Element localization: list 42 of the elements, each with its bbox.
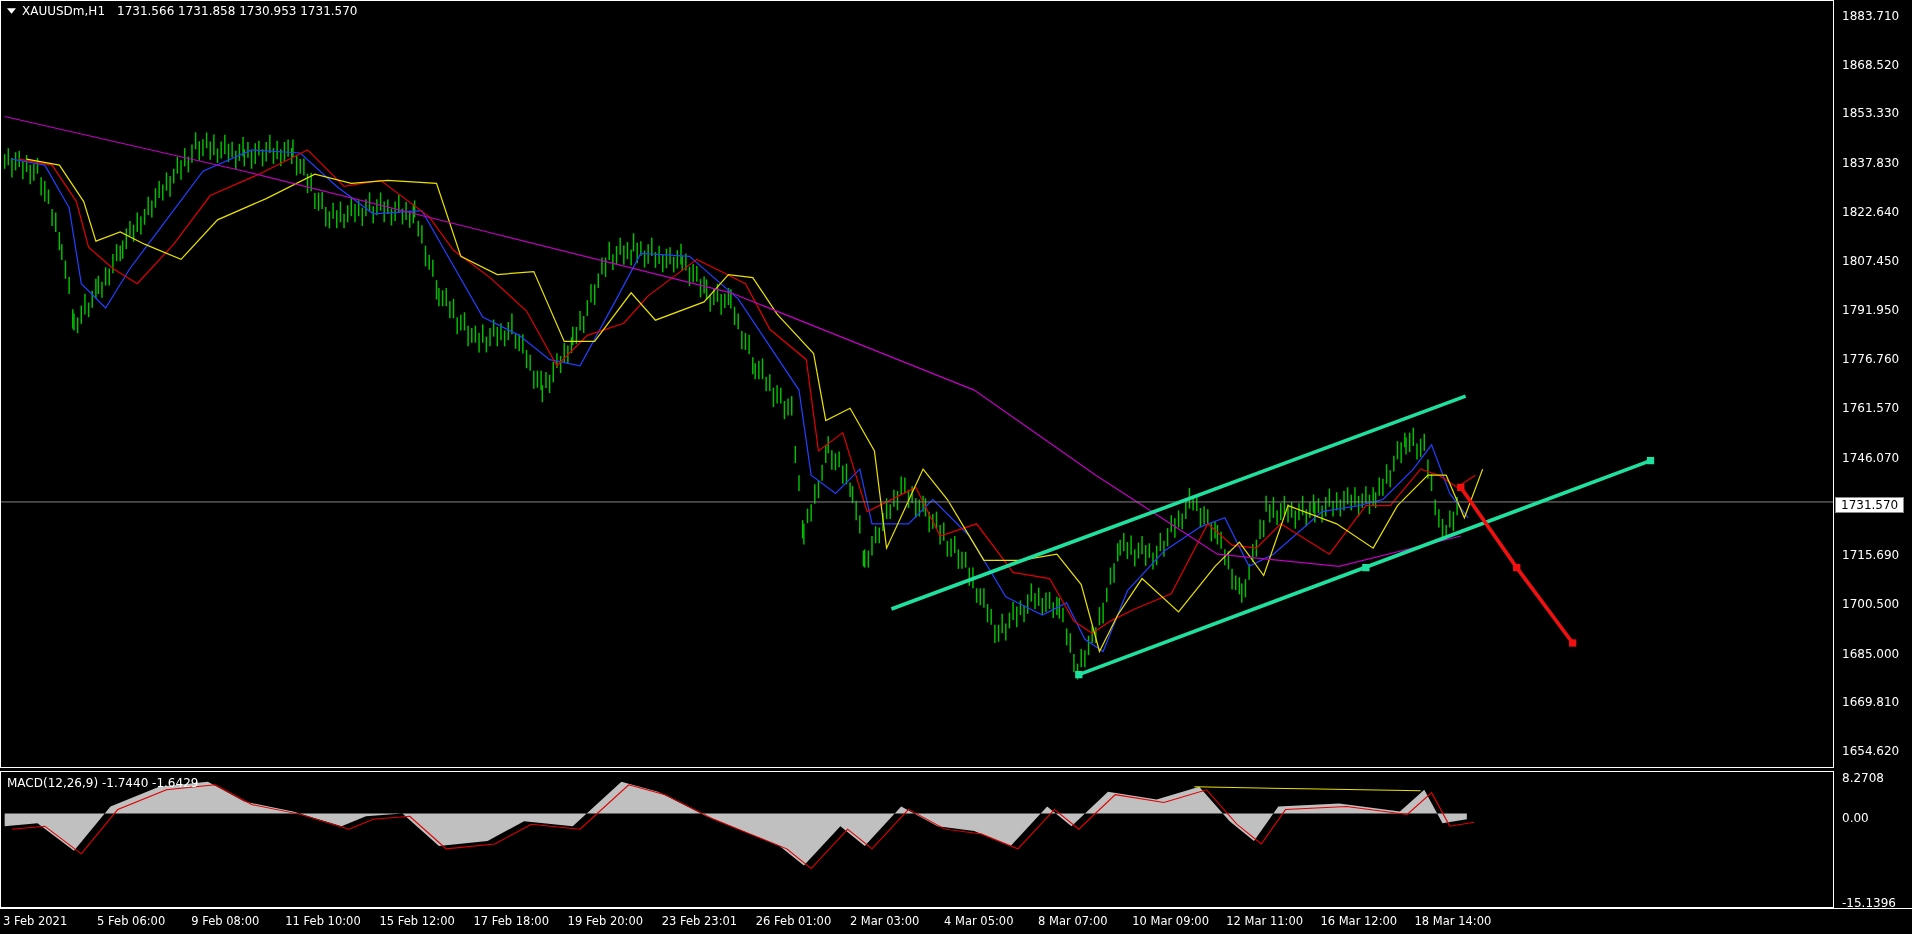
price-axis-label: 1883.710 (1842, 9, 1900, 23)
time-axis-label: 8 Mar 07:00 (1038, 914, 1108, 928)
macd-axis-label: -15.1396 (1842, 896, 1896, 910)
time-axis-label: 18 Mar 14:00 (1414, 914, 1492, 928)
time-axis-label: 12 Mar 11:00 (1226, 914, 1304, 928)
macd-axis-label: 8.2708 (1842, 771, 1884, 785)
quote-values: 1731.566 1731.858 1730.953 1731.570 (117, 4, 358, 18)
current-price-label: 1731.570 (1835, 497, 1905, 514)
macd-trend-line[interactable] (1193, 786, 1422, 792)
time-axis-label: 17 Feb 18:00 (473, 914, 549, 928)
time-axis-label: 9 Feb 08:00 (191, 914, 260, 928)
price-axis-label: 1807.450 (1842, 253, 1900, 268)
upper-channel-line[interactable] (890, 394, 1467, 611)
time-axis-label: 11 Feb 10:00 (285, 914, 361, 928)
lower-channel-line[interactable] (1075, 456, 1655, 679)
time-axis-label: 26 Feb 01:00 (755, 914, 832, 928)
price-axis-label: 1822.640 (1842, 204, 1900, 219)
price-axis-label: 1853.330 (1842, 106, 1900, 121)
time-axis-label: 4 Mar 05:00 (944, 914, 1014, 928)
forecast-arrow-line[interactable] (1457, 483, 1577, 647)
symbol-label: XAUUSDm,H1 (22, 4, 105, 18)
price-axis-label: 1868.520 (1842, 57, 1900, 72)
price-axis-label: 1791.950 (1842, 303, 1900, 318)
time-axis-label: 3 Feb 2021 (3, 914, 68, 928)
price-axis-label: 1669.810 (1842, 695, 1900, 710)
price-axis-label: 1746.070 (1842, 450, 1900, 465)
price-axis-label: 1761.570 (1842, 400, 1900, 415)
price-axis-label: 1715.690 (1842, 548, 1900, 563)
price-axis-label: 1837.830 (1842, 156, 1900, 171)
time-axis-label: 15 Feb 12:00 (379, 914, 455, 928)
time-axis-label: 16 Mar 12:00 (1320, 914, 1398, 928)
time-axis-label: 23 Feb 23:01 (661, 914, 738, 928)
time-axis-label: 19 Feb 20:00 (567, 914, 644, 928)
price-axis-label: 1654.620 (1842, 744, 1900, 758)
time-axis-label: 5 Feb 06:00 (97, 914, 166, 928)
macd-axis-label: 0.00 (1842, 811, 1869, 825)
price-axis-label: 1776.760 (1842, 352, 1900, 367)
dropdown-triangle-icon[interactable] (7, 8, 16, 14)
time-axis-label: 10 Mar 09:00 (1132, 914, 1209, 928)
price-axis-label: 1685.000 (1842, 646, 1900, 661)
price-axis-label: 1700.500 (1842, 596, 1900, 611)
time-axis-label: 2 Mar 03:00 (849, 914, 920, 928)
